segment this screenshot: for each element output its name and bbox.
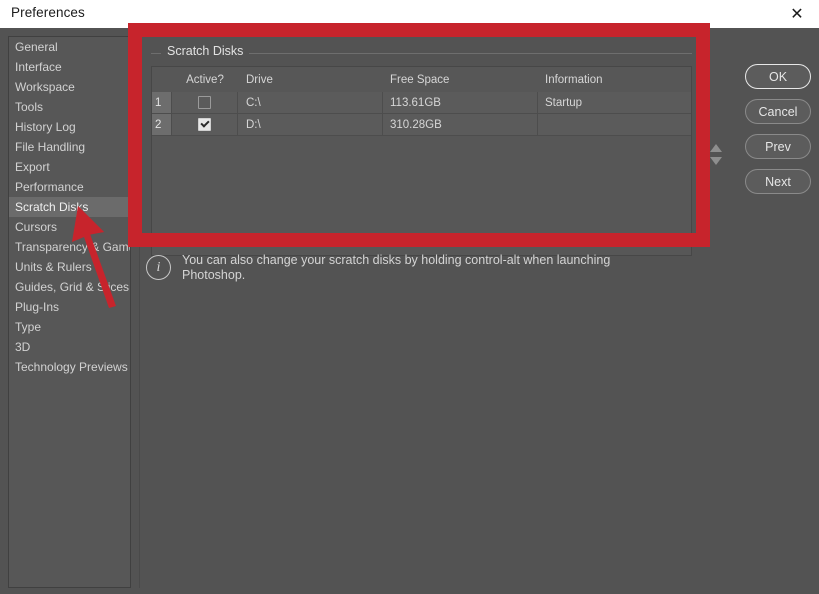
table-header-row: Active? Drive Free Space Information — [152, 67, 691, 92]
information-cell — [538, 114, 691, 135]
active-cell[interactable] — [172, 114, 238, 135]
header-index — [152, 67, 172, 92]
table-body: 1 C:\ 113.61GB Startup 2 D:\ 310.28GB — [152, 92, 691, 136]
drive-cell: C:\ — [238, 92, 383, 113]
window-titlebar: Preferences ✕ — [0, 0, 819, 28]
active-checkbox[interactable] — [198, 118, 211, 131]
dialog-button-column: OK Cancel Prev Next — [745, 64, 811, 204]
scratch-disks-note: i You can also change your scratch disks… — [146, 252, 666, 283]
next-button[interactable]: Next — [745, 169, 811, 194]
sidebar-item-units-rulers[interactable]: Units & Rulers — [9, 257, 130, 277]
scratch-disks-groupbox: Scratch Disks Active? Drive Free Space I… — [151, 44, 692, 256]
sidebar-item-performance[interactable]: Performance — [9, 177, 130, 197]
drive-cell: D:\ — [238, 114, 383, 135]
sidebar-item-plug-ins[interactable]: Plug-Ins — [9, 297, 130, 317]
window-title: Preferences — [11, 5, 85, 20]
preferences-category-list[interactable]: General Interface Workspace Tools History Lo… — [8, 36, 131, 588]
triangle-up-icon[interactable] — [710, 144, 722, 152]
information-cell: Startup — [545, 96, 583, 109]
sidebar-item-technology-previews[interactable]: Technology Previews — [9, 357, 130, 377]
header-information: Information — [545, 73, 603, 86]
prev-button[interactable]: Prev — [745, 134, 811, 159]
sidebar-item-file-handling[interactable]: File Handling — [9, 137, 130, 157]
sidebar-item-interface[interactable]: Interface — [9, 57, 130, 77]
info-circle-icon: i — [146, 255, 171, 280]
header-free-space: Free Space — [390, 73, 450, 86]
close-icon: ✕ — [790, 4, 804, 23]
free-space-cell: 310.28GB — [383, 114, 538, 135]
sidebar-item-guides-grid-slices[interactable]: Guides, Grid & Slices — [9, 277, 130, 297]
groupbox-title: Scratch Disks — [161, 44, 250, 58]
free-space-cell: 113.61GB — [383, 92, 538, 113]
sidebar-item-type[interactable]: Type — [9, 317, 130, 337]
sidebar-item-transparency-gamut[interactable]: Transparency & Gamut — [9, 237, 130, 257]
scratch-disks-table[interactable]: Active? Drive Free Space Information 1 C:… — [151, 66, 692, 256]
header-drive: Drive — [246, 73, 273, 86]
row-index: 2 — [152, 114, 172, 135]
sidebar-item-tools[interactable]: Tools — [9, 97, 130, 117]
preferences-dialog-body: General Interface Workspace Tools History Lo… — [0, 28, 819, 594]
active-cell[interactable] — [172, 92, 238, 113]
sidebar-item-general[interactable]: General — [9, 37, 130, 57]
note-text: You can also change your scratch disks b… — [182, 253, 611, 282]
table-row[interactable]: 2 D:\ 310.28GB — [152, 114, 691, 136]
row-index: 1 — [152, 92, 172, 113]
active-checkbox[interactable] — [198, 96, 211, 109]
row-order-spinner[interactable] — [710, 144, 726, 182]
sidebar-item-export[interactable]: Export — [9, 157, 130, 177]
cancel-button[interactable]: Cancel — [745, 99, 811, 124]
triangle-down-icon[interactable] — [710, 157, 722, 165]
header-active: Active? — [186, 73, 224, 86]
sidebar-item-scratch-disks[interactable]: Scratch Disks — [9, 197, 130, 217]
scratch-disks-panel: Scratch Disks Active? Drive Free Space I… — [139, 36, 733, 588]
table-row[interactable]: 1 C:\ 113.61GB Startup — [152, 92, 691, 114]
sidebar-item-history-log[interactable]: History Log — [9, 117, 130, 137]
close-button[interactable]: ✕ — [775, 0, 819, 28]
sidebar-item-cursors[interactable]: Cursors — [9, 217, 130, 237]
ok-button[interactable]: OK — [745, 64, 811, 89]
sidebar-item-workspace[interactable]: Workspace — [9, 77, 130, 97]
sidebar-item-3d[interactable]: 3D — [9, 337, 130, 357]
